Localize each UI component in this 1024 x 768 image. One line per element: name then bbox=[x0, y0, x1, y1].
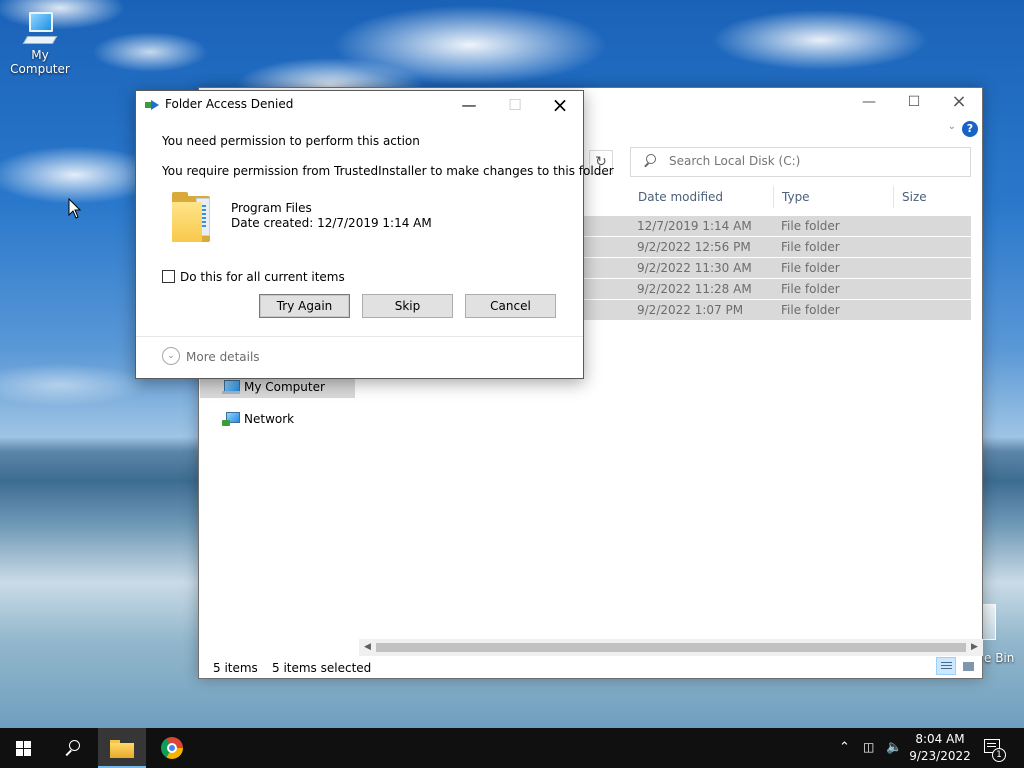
row-type: File folder bbox=[781, 303, 840, 317]
close-button[interactable]: × bbox=[937, 93, 981, 111]
try-again-button[interactable]: Try Again bbox=[259, 294, 350, 318]
search-icon bbox=[64, 740, 80, 756]
column-header-date-modified[interactable]: Date modified bbox=[632, 186, 774, 208]
maximize-button[interactable]: ☐ bbox=[892, 94, 936, 110]
scroll-left-icon[interactable]: ◀ bbox=[359, 639, 376, 656]
details-view-icon[interactable] bbox=[936, 657, 956, 675]
scroll-right-icon[interactable]: ▶ bbox=[966, 639, 983, 656]
minimize-button[interactable]: — bbox=[847, 94, 891, 110]
clock-time: 8:04 AM bbox=[915, 732, 965, 746]
taskbar-file-explorer[interactable] bbox=[98, 728, 146, 768]
file-explorer-icon bbox=[110, 740, 134, 758]
start-button[interactable] bbox=[0, 728, 48, 768]
notification-badge: 1 bbox=[992, 748, 1006, 762]
row-date: 9/2/2022 1:07 PM bbox=[637, 303, 744, 317]
table-row[interactable]: 9/2/2022 1:07 PM File folder bbox=[582, 300, 971, 320]
table-row[interactable]: 9/2/2022 11:28 AM File folder bbox=[582, 279, 971, 299]
computer-icon bbox=[22, 10, 58, 46]
status-selected-count: 5 items selected bbox=[272, 661, 372, 675]
search-input[interactable] bbox=[669, 154, 959, 168]
row-type: File folder bbox=[781, 219, 840, 233]
chevron-up-icon[interactable]: ⌃ bbox=[839, 740, 850, 755]
dialog-title: Folder Access Denied bbox=[165, 97, 294, 111]
dialog-item-date: Date created: 12/7/2019 1:14 AM bbox=[231, 216, 432, 230]
row-date: 9/2/2022 11:30 AM bbox=[637, 261, 752, 275]
computer-icon bbox=[222, 380, 240, 394]
dialog-detail: You require permission from TrustedInsta… bbox=[162, 164, 614, 178]
table-row[interactable]: 9/2/2022 12:56 PM File folder bbox=[582, 237, 971, 257]
column-header-type[interactable]: Type bbox=[776, 186, 894, 208]
large-icons-view-icon[interactable] bbox=[958, 657, 978, 675]
divider bbox=[136, 336, 583, 337]
maximize-button: ☐ bbox=[508, 96, 522, 114]
help-icon[interactable]: ? bbox=[962, 121, 978, 137]
skip-button[interactable]: Skip bbox=[362, 294, 453, 318]
nav-item-label: Network bbox=[244, 412, 295, 426]
desktop-icon-label-recycle-bin: e Bin bbox=[984, 651, 1015, 665]
horizontal-scrollbar[interactable]: ◀ ▶ bbox=[359, 639, 983, 656]
row-type: File folder bbox=[781, 240, 840, 254]
clock-date: 9/23/2022 bbox=[909, 749, 971, 763]
desktop-icon-my-computer[interactable]: My Computer bbox=[0, 10, 80, 76]
network-icon bbox=[222, 412, 240, 426]
nav-item-network[interactable]: Network bbox=[200, 408, 355, 430]
mouse-cursor-icon bbox=[68, 197, 82, 223]
taskbar-search-button[interactable] bbox=[48, 728, 96, 768]
network-icon[interactable]: ◫ bbox=[863, 740, 874, 754]
volume-icon[interactable]: 🔈 bbox=[886, 740, 902, 755]
folder-icon bbox=[172, 190, 214, 242]
dialog-app-icon bbox=[145, 100, 161, 112]
cancel-button[interactable]: Cancel bbox=[465, 294, 556, 318]
dialog-message: You need permission to perform this acti… bbox=[162, 134, 420, 148]
scrollbar-thumb[interactable] bbox=[376, 643, 966, 652]
apply-to-all-checkbox[interactable] bbox=[162, 270, 175, 283]
minimize-button[interactable]: — bbox=[446, 91, 492, 120]
row-type: File folder bbox=[781, 261, 840, 275]
status-item-count: 5 items bbox=[213, 661, 258, 675]
desktop-icon-label: My Computer bbox=[10, 48, 70, 76]
chevron-down-icon[interactable]: ⌄ bbox=[948, 121, 956, 132]
chevron-down-icon[interactable]: ⌄ bbox=[162, 347, 180, 365]
row-date: 12/7/2019 1:14 AM bbox=[637, 219, 752, 233]
more-details-link[interactable]: More details bbox=[186, 350, 260, 364]
close-button[interactable]: × bbox=[537, 91, 583, 120]
taskbar-clock[interactable]: 8:04 AM 9/23/2022 bbox=[908, 731, 972, 765]
apply-to-all-label[interactable]: Do this for all current items bbox=[180, 270, 345, 284]
table-row[interactable]: 12/7/2019 1:14 AM File folder bbox=[582, 216, 971, 236]
windows-logo-icon bbox=[16, 741, 32, 756]
search-box[interactable] bbox=[630, 147, 971, 177]
dialog-item-name: Program Files bbox=[231, 201, 312, 215]
taskbar: ⌃ ◫ 🔈 8:04 AM 9/23/2022 1 bbox=[0, 728, 1024, 768]
row-date: 9/2/2022 12:56 PM bbox=[637, 240, 751, 254]
folder-access-denied-dialog: Folder Access Denied — ☐ × You need perm… bbox=[135, 90, 614, 379]
chrome-icon bbox=[161, 737, 183, 759]
table-row[interactable]: 9/2/2022 11:30 AM File folder bbox=[582, 258, 971, 278]
search-icon bbox=[643, 154, 657, 168]
nav-item-my-computer[interactable]: My Computer bbox=[200, 376, 355, 398]
taskbar-chrome[interactable] bbox=[148, 728, 196, 768]
row-date: 9/2/2022 11:28 AM bbox=[637, 282, 752, 296]
nav-item-label: My Computer bbox=[244, 380, 325, 394]
column-header-size[interactable]: Size bbox=[896, 186, 973, 208]
row-type: File folder bbox=[781, 282, 840, 296]
